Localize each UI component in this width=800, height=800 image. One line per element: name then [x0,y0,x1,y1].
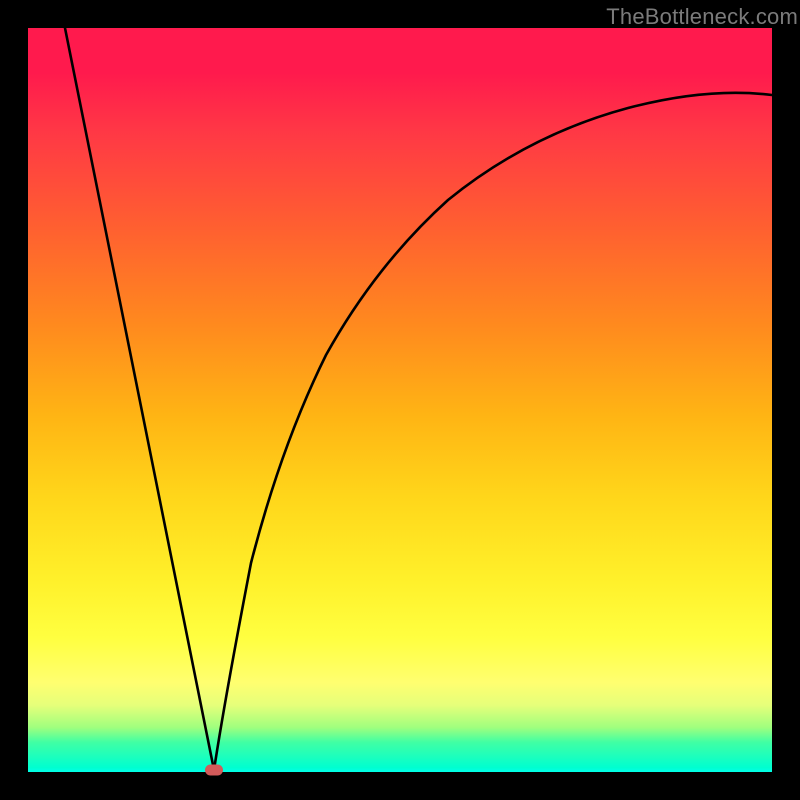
right-segment [214,93,772,770]
watermark-text: TheBottleneck.com [606,4,798,30]
bottleneck-curve [28,28,772,772]
plot-area [28,28,772,772]
left-segment [65,28,214,770]
optimal-point-marker [205,765,223,776]
chart-frame: TheBottleneck.com [0,0,800,800]
